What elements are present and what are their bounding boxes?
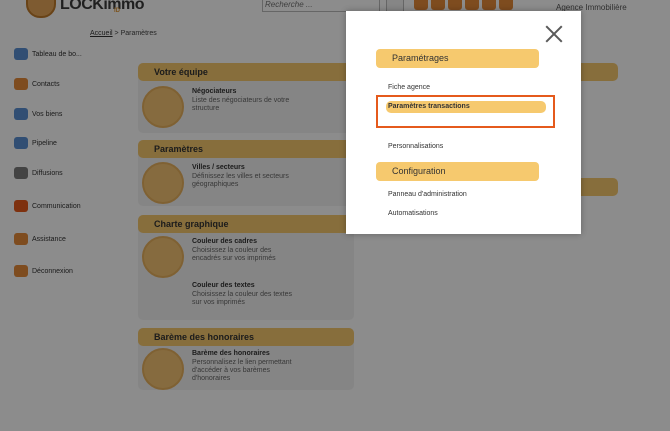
menu-item-automatisations[interactable]: Automatisations <box>388 210 438 217</box>
menu-item-personnalisations[interactable]: Personnalisations <box>388 143 443 150</box>
settings-modal: Paramétrages Fiche agence Paramètres tra… <box>346 11 581 234</box>
section-header-parametrages: Paramétrages <box>376 49 539 68</box>
close-icon[interactable] <box>543 23 565 45</box>
section-header-configuration: Configuration <box>376 162 539 181</box>
menu-item-parametres-transactions[interactable]: Paramètres transactions <box>386 101 546 113</box>
menu-item-fiche-agence[interactable]: Fiche agence <box>388 84 430 91</box>
menu-item-panneau-administration[interactable]: Panneau d'administration <box>388 191 467 198</box>
